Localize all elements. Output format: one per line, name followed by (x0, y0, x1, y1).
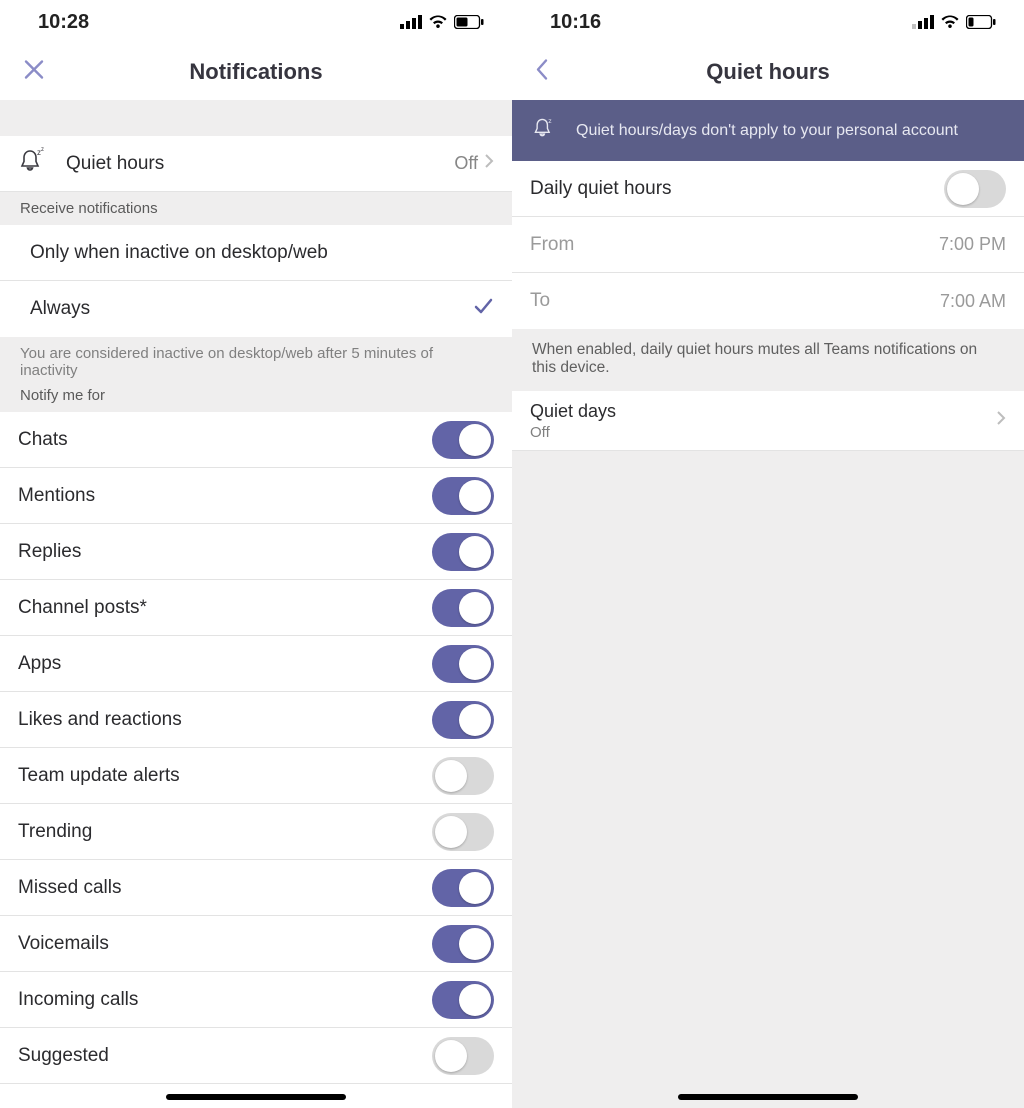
notify-toggle-list: Chats Mentions Replies Channel posts* Apps Li… (0, 412, 512, 1084)
home-indicator (166, 1094, 346, 1100)
daily-quiet-hours-toggle[interactable] (944, 170, 1006, 208)
wifi-icon (940, 15, 960, 29)
status-icons (912, 15, 996, 29)
page-title: Quiet hours (706, 59, 829, 85)
daily-explain: When enabled, daily quiet hours mutes al… (512, 329, 1024, 391)
info-banner: z Quiet hours/days don't apply to your p… (512, 100, 1024, 161)
receive-option-always-label: Always (30, 298, 472, 320)
notify-toggle-label: Team update alerts (18, 765, 432, 787)
notify-toggle[interactable] (432, 1037, 494, 1075)
receive-option-always[interactable]: Always (0, 281, 512, 337)
to-label: To (530, 290, 940, 312)
battery-icon (966, 15, 996, 29)
status-time: 10:28 (38, 11, 89, 34)
notify-toggle[interactable] (432, 421, 494, 459)
notify-toggle[interactable] (432, 981, 494, 1019)
notify-toggle-label: Incoming calls (18, 989, 432, 1011)
checkmark-icon (472, 295, 494, 323)
notify-toggle-row: Likes and reactions (0, 692, 512, 748)
status-bar: 10:28 (0, 0, 512, 44)
wifi-icon (428, 15, 448, 29)
notify-toggle-row: Missed calls (0, 860, 512, 916)
banner-text: Quiet hours/days don't apply to your per… (576, 122, 958, 140)
cellular-icon (912, 15, 934, 29)
notify-toggle-row: Trending (0, 804, 512, 860)
empty-area (512, 451, 1024, 1108)
notify-toggle-row: Apps (0, 636, 512, 692)
status-time: 10:16 (550, 11, 601, 34)
from-value: 7:00 PM (939, 234, 1006, 255)
close-button[interactable] (22, 58, 46, 87)
quiet-days-value: Off (530, 424, 996, 441)
quiet-hours-icon: zz (18, 147, 46, 181)
status-icons (400, 15, 484, 29)
chevron-right-icon (996, 410, 1006, 432)
svg-text:z: z (41, 147, 44, 153)
quiet-days-row[interactable]: Quiet days Off (512, 391, 1024, 451)
nav-header: Notifications (0, 44, 512, 100)
status-bar: 10:16 (512, 0, 1024, 44)
notify-toggle[interactable] (432, 757, 494, 795)
notify-toggle-row: Team update alerts (0, 748, 512, 804)
notify-toggle[interactable] (432, 533, 494, 571)
section-gap (0, 100, 512, 136)
daily-quiet-hours-label: Daily quiet hours (530, 178, 944, 200)
notify-toggle-label: Apps (18, 653, 432, 675)
daily-quiet-hours-row: Daily quiet hours (512, 161, 1024, 217)
notify-toggle-label: Likes and reactions (18, 709, 432, 731)
notify-toggle-label: Missed calls (18, 877, 432, 899)
quiet-hours-label: Quiet hours (66, 153, 454, 175)
notify-toggle-row: Chats (0, 412, 512, 468)
notify-toggle-label: Replies (18, 541, 432, 563)
home-indicator (678, 1094, 858, 1100)
receive-option-inactive[interactable]: Only when inactive on desktop/web (0, 225, 512, 281)
close-icon (22, 58, 46, 82)
notify-toggle[interactable] (432, 701, 494, 739)
notify-toggle-row: Mentions (0, 468, 512, 524)
notify-toggle-row: Suggested (0, 1028, 512, 1084)
to-value: 7:00 AM (940, 291, 1006, 312)
to-row[interactable]: To 7:00 AM (512, 273, 1024, 329)
notify-toggle[interactable] (432, 869, 494, 907)
notify-toggle-row: Voicemails (0, 916, 512, 972)
notify-toggle-row: Channel posts* (0, 580, 512, 636)
nav-header: Quiet hours (512, 44, 1024, 100)
notify-toggle-label: Voicemails (18, 933, 432, 955)
notify-toggle[interactable] (432, 645, 494, 683)
notify-toggle-label: Mentions (18, 485, 432, 507)
from-row[interactable]: From 7:00 PM (512, 217, 1024, 273)
notify-toggle[interactable] (432, 813, 494, 851)
svg-text:z: z (548, 118, 552, 125)
chevron-left-icon (534, 58, 550, 82)
notify-toggle[interactable] (432, 925, 494, 963)
quiet-days-label: Quiet days (530, 401, 996, 422)
notify-toggle[interactable] (432, 589, 494, 627)
quiet-hours-row[interactable]: zz Quiet hours Off (0, 136, 512, 192)
from-label: From (530, 234, 939, 256)
notify-toggle-row: Replies (0, 524, 512, 580)
notify-toggle[interactable] (432, 477, 494, 515)
chevron-right-icon (484, 153, 494, 175)
cellular-icon (400, 15, 422, 29)
quiet-hours-icon: z (532, 116, 556, 145)
inactivity-note: You are considered inactive on desktop/w… (0, 337, 512, 383)
quiet-hours-value: Off (454, 153, 478, 174)
battery-icon (454, 15, 484, 29)
page-title: Notifications (189, 59, 322, 85)
notify-toggle-label: Suggested (18, 1045, 432, 1067)
receive-section-header: Receive notifications (0, 192, 512, 225)
back-button[interactable] (534, 58, 550, 87)
notifications-screen: 10:28 Notifications zz Quiet hours Off R… (0, 0, 512, 1108)
quiet-hours-screen: 10:16 Quiet hours z Quiet hours/days don… (512, 0, 1024, 1108)
notify-toggle-label: Trending (18, 821, 432, 843)
notify-toggle-label: Channel posts* (18, 597, 432, 619)
notify-section-header: Notify me for (0, 383, 512, 412)
receive-option-inactive-label: Only when inactive on desktop/web (30, 242, 494, 264)
notify-toggle-row: Incoming calls (0, 972, 512, 1028)
notify-toggle-label: Chats (18, 429, 432, 451)
